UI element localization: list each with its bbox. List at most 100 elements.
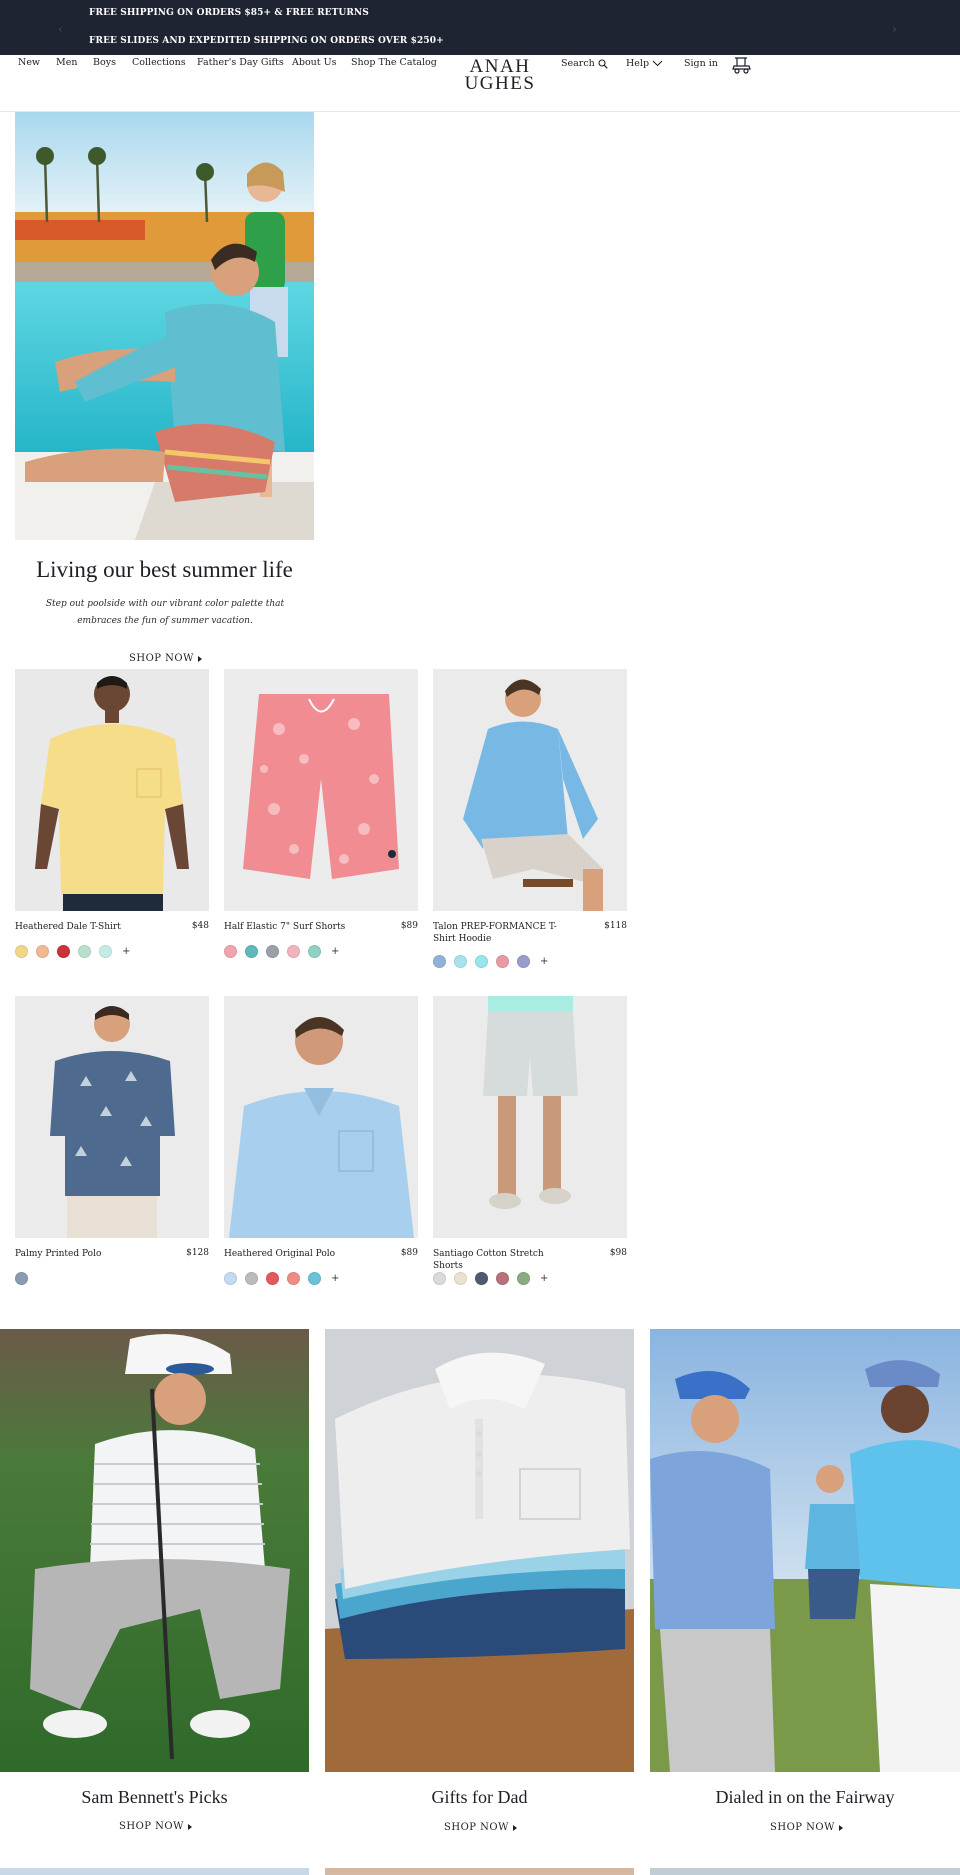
product-name[interactable]: Heathered Original Polo bbox=[224, 1248, 364, 1260]
product-price: $118 bbox=[604, 921, 627, 931]
color-swatch[interactable] bbox=[57, 945, 70, 958]
more-colors-button[interactable]: + bbox=[540, 1273, 548, 1284]
nav-collections[interactable]: Collections bbox=[132, 57, 186, 68]
promo-next-arrow-icon[interactable]: › bbox=[892, 22, 897, 36]
caret-right-icon bbox=[838, 1824, 843, 1831]
product-name[interactable]: Santiago Cotton Stretch Shorts bbox=[433, 1248, 573, 1272]
color-swatch[interactable] bbox=[433, 1272, 446, 1285]
feature-image-fairway[interactable] bbox=[650, 1329, 960, 1772]
product-card[interactable]: Half Elastic 7" Surf Shorts $89 + bbox=[224, 669, 418, 958]
sign-in-label: Sign in bbox=[684, 58, 718, 69]
product-image[interactable] bbox=[224, 996, 418, 1238]
product-name[interactable]: Talon PREP-FORMANCE T-Shirt Hoodie bbox=[433, 921, 573, 945]
more-colors-button[interactable]: + bbox=[331, 1273, 339, 1284]
color-swatch[interactable] bbox=[475, 955, 488, 968]
color-swatch[interactable] bbox=[433, 955, 446, 968]
next-row-image-peek bbox=[650, 1868, 960, 1875]
color-swatches: + bbox=[15, 945, 130, 958]
feature-shop-now-label: SHOP NOW bbox=[444, 1822, 509, 1833]
color-swatch[interactable] bbox=[15, 1272, 28, 1285]
promo-prev-arrow-icon[interactable]: ‹ bbox=[58, 22, 63, 36]
color-swatch[interactable] bbox=[287, 945, 300, 958]
nav-boys[interactable]: Boys bbox=[93, 57, 116, 68]
nav-men[interactable]: Men bbox=[56, 57, 77, 68]
color-swatch[interactable] bbox=[78, 945, 91, 958]
color-swatch[interactable] bbox=[454, 1272, 467, 1285]
product-price: $89 bbox=[400, 1248, 418, 1258]
product-name[interactable]: Half Elastic 7" Surf Shorts bbox=[224, 921, 364, 933]
product-name[interactable]: Heathered Dale T-Shirt bbox=[15, 921, 155, 933]
feature-title-fairway[interactable]: Dialed in on the Fairway bbox=[650, 1787, 960, 1808]
color-swatch[interactable] bbox=[308, 1272, 321, 1285]
brand-logo[interactable]: ANAH UGHES bbox=[458, 57, 542, 94]
hero-shop-now-link[interactable]: SHOP NOW bbox=[129, 653, 202, 664]
product-card[interactable]: Heathered Dale T-Shirt $48 + bbox=[15, 669, 209, 958]
color-swatch[interactable] bbox=[266, 945, 279, 958]
color-swatch[interactable] bbox=[224, 945, 237, 958]
next-row-image-peek bbox=[0, 1868, 309, 1875]
caret-right-icon bbox=[197, 655, 202, 662]
search-label: Search bbox=[561, 58, 595, 69]
color-swatch[interactable] bbox=[496, 1272, 509, 1285]
logo-line-2: UGHES bbox=[464, 73, 536, 94]
nav-about-us[interactable]: About Us bbox=[292, 57, 337, 68]
color-swatch[interactable] bbox=[454, 955, 467, 968]
feature-shop-now-label: SHOP NOW bbox=[119, 1821, 184, 1832]
nav-shop-the-catalog[interactable]: Shop The Catalog bbox=[351, 57, 437, 68]
color-swatch[interactable] bbox=[15, 945, 28, 958]
product-name[interactable]: Palmy Printed Polo bbox=[15, 1248, 155, 1260]
product-price: $89 bbox=[400, 921, 418, 931]
caret-right-icon bbox=[187, 1823, 192, 1830]
feature-title-gifts-for-dad[interactable]: Gifts for Dad bbox=[325, 1787, 634, 1808]
color-swatch[interactable] bbox=[245, 1272, 258, 1285]
hero-image[interactable] bbox=[15, 112, 314, 540]
help-menu[interactable]: Help bbox=[626, 58, 663, 69]
color-swatch[interactable] bbox=[475, 1272, 488, 1285]
product-image[interactable] bbox=[15, 669, 209, 911]
color-swatch[interactable] bbox=[224, 1272, 237, 1285]
site-header: New Men Boys Collections Father's Day Gi… bbox=[0, 55, 960, 112]
sign-in-link[interactable]: Sign in bbox=[684, 58, 718, 69]
product-card[interactable]: Palmy Printed Polo $128 bbox=[15, 996, 209, 1285]
help-label: Help bbox=[626, 58, 650, 69]
hero-title: Living our best summer life bbox=[36, 557, 293, 582]
color-swatch[interactable] bbox=[36, 945, 49, 958]
color-swatch[interactable] bbox=[266, 1272, 279, 1285]
color-swatch[interactable] bbox=[287, 1272, 300, 1285]
product-card[interactable]: Talon PREP-FORMANCE T-Shirt Hoodie $118 … bbox=[433, 669, 627, 968]
feature-shop-now-link[interactable]: SHOP NOW bbox=[770, 1822, 843, 1833]
product-image[interactable] bbox=[15, 996, 209, 1238]
nav-new[interactable]: New bbox=[18, 57, 40, 68]
search-button[interactable]: Search bbox=[561, 58, 608, 69]
product-card[interactable]: Heathered Original Polo $89 + bbox=[224, 996, 418, 1285]
product-image[interactable] bbox=[433, 996, 627, 1238]
feature-image-gifts-for-dad[interactable] bbox=[325, 1329, 634, 1772]
product-price: $48 bbox=[191, 921, 209, 931]
color-swatches: + bbox=[433, 955, 548, 968]
product-card[interactable]: Santiago Cotton Stretch Shorts $98 + bbox=[433, 996, 627, 1285]
color-swatch[interactable] bbox=[99, 945, 112, 958]
feature-shop-now-link[interactable]: SHOP NOW bbox=[444, 1822, 517, 1833]
color-swatch[interactable] bbox=[496, 955, 509, 968]
feature-image-sam-bennett[interactable] bbox=[0, 1329, 309, 1772]
more-colors-button[interactable]: + bbox=[540, 956, 548, 967]
more-colors-button[interactable]: + bbox=[331, 946, 339, 957]
color-swatches: + bbox=[433, 1272, 548, 1285]
color-swatch[interactable] bbox=[517, 1272, 530, 1285]
promo-bar: ‹ FREE SHIPPING ON ORDERS $85+ & FREE RE… bbox=[0, 0, 960, 55]
hero-subtitle: Step out poolside with our vibrant color… bbox=[45, 599, 285, 626]
product-image[interactable] bbox=[433, 669, 627, 911]
next-row-image-peek bbox=[325, 1868, 634, 1875]
nav-fathers-day-gifts[interactable]: Father's Day Gifts bbox=[197, 57, 284, 68]
product-price: $98 bbox=[609, 1248, 627, 1258]
more-colors-button[interactable]: + bbox=[122, 946, 130, 957]
color-swatch[interactable] bbox=[517, 955, 530, 968]
golf-cart-icon[interactable] bbox=[731, 55, 753, 78]
product-image[interactable] bbox=[224, 669, 418, 911]
promo-line-2[interactable]: FREE SLIDES AND EXPEDITED SHIPPING ON OR… bbox=[89, 36, 444, 46]
promo-line-1[interactable]: FREE SHIPPING ON ORDERS $85+ & FREE RETU… bbox=[89, 8, 369, 18]
color-swatch[interactable] bbox=[308, 945, 321, 958]
color-swatch[interactable] bbox=[245, 945, 258, 958]
feature-title-sam-bennett[interactable]: Sam Bennett's Picks bbox=[0, 1787, 309, 1808]
feature-shop-now-link[interactable]: SHOP NOW bbox=[119, 1821, 192, 1832]
